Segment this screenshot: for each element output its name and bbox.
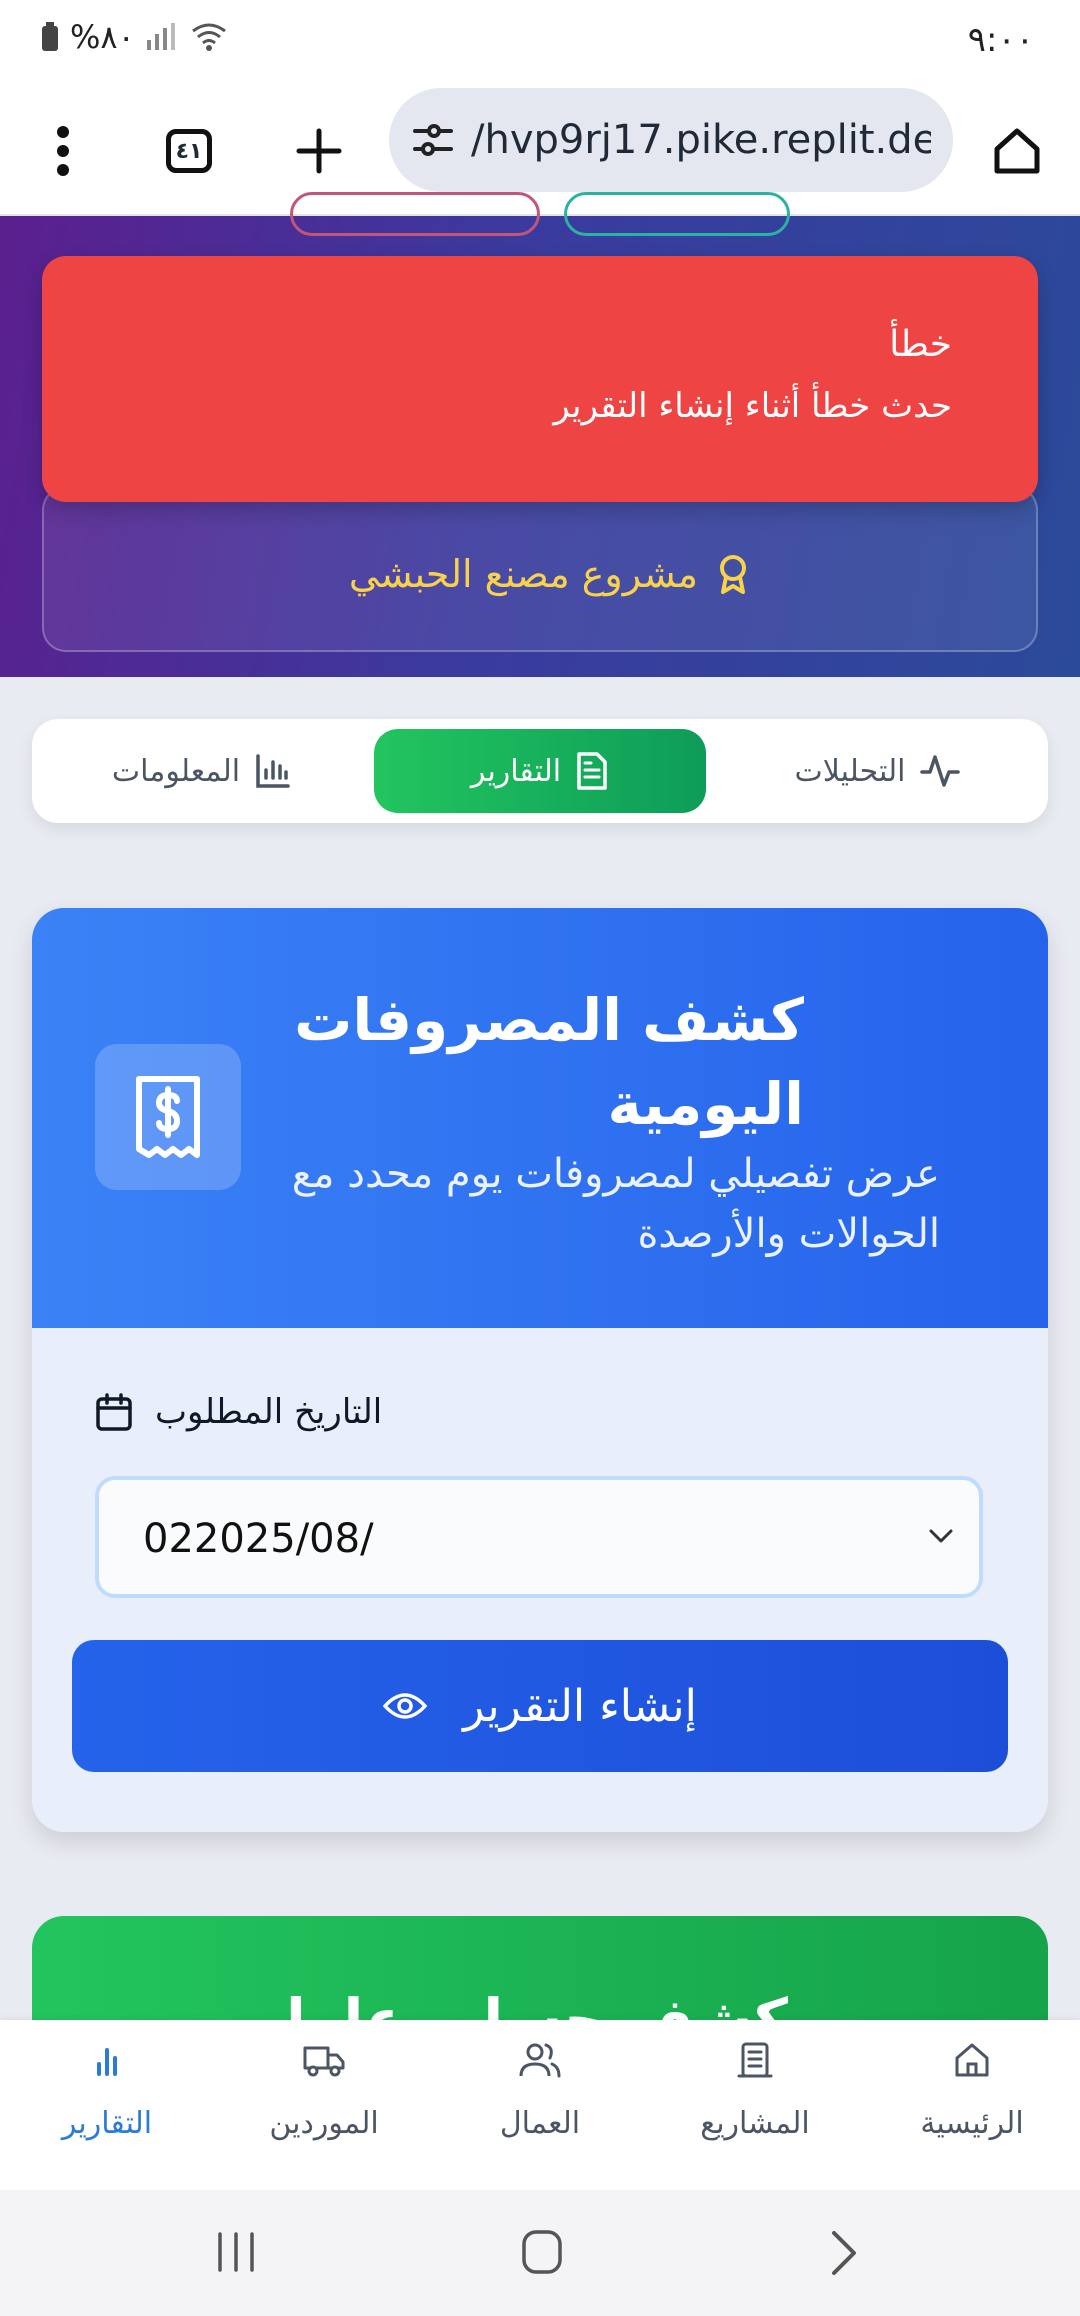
- url-text: /hvp9rj17.pike.replit.dev: [471, 117, 931, 163]
- wifi-icon: [191, 23, 226, 51]
- chevron-down-icon: [929, 1529, 953, 1543]
- daily-expenses-card: كشف المصروفات اليومية عرض تفصيلي لمصروفا…: [32, 908, 1048, 1832]
- bar-chart-icon: [256, 754, 290, 788]
- award-icon: [720, 555, 746, 594]
- chevron-right-icon: [832, 2231, 856, 2275]
- card-header: كشف المصروفات اليومية عرض تفصيلي لمصروفا…: [32, 908, 1048, 1328]
- card-subtitle: عرض تفصيلي لمصروفات يوم محدد مع الحوالات…: [291, 1151, 940, 1257]
- file-text-icon: [577, 752, 607, 790]
- activity-icon: [919, 755, 960, 787]
- more-vertical-icon: [57, 126, 69, 176]
- tab-info-label: المعلومات: [111, 753, 241, 789]
- receipt-dollar-icon: [95, 1044, 241, 1190]
- battery-icon: [42, 22, 58, 51]
- home-square-icon: [522, 2230, 562, 2274]
- nav-projects[interactable]: المشاريع: [665, 2040, 845, 2141]
- error-toast[interactable]: خطأ حدث خطأ أثناء إنشاء التقرير: [42, 256, 1038, 502]
- home-icon: [994, 128, 1040, 174]
- date-label-text: التاريخ المطلوب: [155, 1392, 383, 1432]
- section-tabs: التحليلات التقارير المعلومات: [32, 719, 1048, 823]
- status-indicators: %٨٠: [40, 18, 229, 56]
- generate-report-label: إنشاء التقرير: [463, 1680, 697, 1732]
- nav-projects-label: المشاريع: [700, 2106, 810, 2141]
- menu-button[interactable]: [28, 116, 98, 186]
- users-icon: [519, 2043, 561, 2078]
- url-bar[interactable]: /hvp9rj17.pike.replit.dev: [389, 88, 953, 192]
- tab-info[interactable]: المعلومات: [52, 729, 352, 813]
- project-name: مشروع مصنع الحبشي: [349, 552, 750, 596]
- home-system-button[interactable]: [520, 2228, 564, 2276]
- bottom-navigation: الرئيسية المشاريع العمال الموردين التقار…: [0, 2020, 1080, 2190]
- header-pill-left: [290, 192, 540, 236]
- truck-icon: [303, 2046, 345, 2077]
- toast-message: حدث خطأ أثناء إنشاء التقرير: [553, 386, 952, 426]
- date-value: 022025/08/: [143, 1516, 374, 1562]
- home-icon: [955, 2043, 989, 2077]
- recent-apps-icon: [218, 2232, 254, 2272]
- nav-reports-label: التقارير: [61, 2106, 153, 2141]
- date-select[interactable]: 022025/08/: [95, 1476, 983, 1598]
- card-title: كشف المصروفات اليومية: [294, 986, 804, 1138]
- plus-icon: [296, 128, 342, 174]
- status-bar: %٨٠ ٩:٠٠: [0, 0, 1080, 86]
- signal-icon: [146, 23, 175, 50]
- calendar-icon: [96, 1393, 132, 1431]
- nav-workers[interactable]: العمال: [450, 2040, 630, 2141]
- project-name-text: مشروع مصنع الحبشي: [348, 552, 698, 596]
- nav-workers-label: العمال: [499, 2106, 581, 2141]
- tab-reports[interactable]: التقارير: [374, 729, 706, 813]
- tab-analytics-label: التحليلات: [794, 753, 906, 789]
- date-field-label: التاريخ المطلوب: [95, 1392, 382, 1432]
- bar-chart-icon: [97, 2048, 117, 2076]
- battery-percent: %٨٠: [70, 18, 135, 56]
- tabs-button[interactable]: ٤١: [154, 116, 224, 186]
- nav-home-label: الرئيسية: [920, 2106, 1024, 2141]
- site-settings-icon: [413, 124, 453, 156]
- nav-suppliers-label: الموردين: [269, 2106, 379, 2141]
- back-button[interactable]: [826, 2228, 862, 2278]
- building-icon: [737, 2042, 773, 2078]
- header-pill-right: [564, 192, 790, 236]
- tab-reports-label: التقارير: [470, 753, 562, 789]
- nav-home[interactable]: الرئيسية: [882, 2040, 1062, 2141]
- recent-apps-button[interactable]: [214, 2230, 258, 2274]
- generate-report-button[interactable]: إنشاء التقرير: [72, 1640, 1008, 1772]
- system-navigation-bar: [0, 2190, 1080, 2316]
- toast-title: خطأ: [889, 324, 952, 365]
- eye-icon: [383, 1693, 428, 1719]
- home-button[interactable]: [982, 116, 1052, 186]
- status-time: ٩:٠٠: [967, 20, 1034, 60]
- tab-analytics[interactable]: التحليلات: [722, 729, 1032, 813]
- nav-reports[interactable]: التقارير: [17, 2040, 197, 2141]
- nav-suppliers[interactable]: الموردين: [234, 2040, 414, 2141]
- tabs-count: ٤١: [166, 129, 212, 173]
- new-tab-button[interactable]: [284, 116, 354, 186]
